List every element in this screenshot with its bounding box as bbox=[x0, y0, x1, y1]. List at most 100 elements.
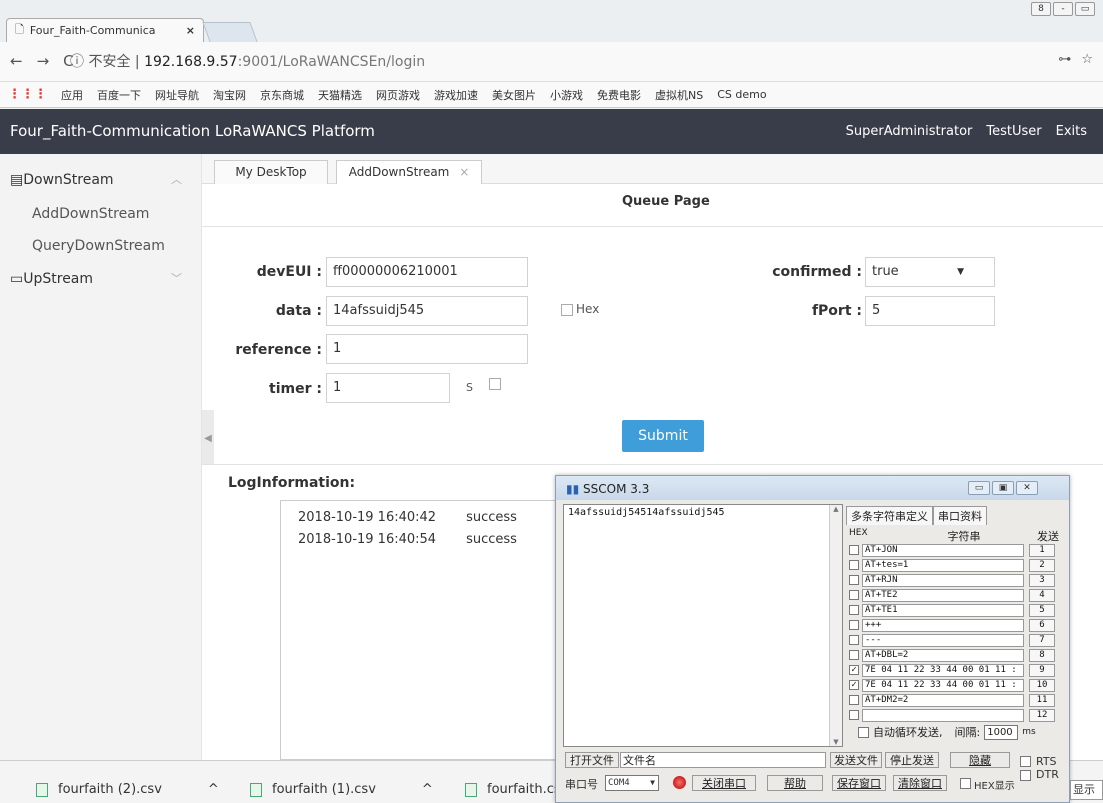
stop-send-button[interactable]: 停止发送 bbox=[885, 752, 939, 768]
send-number-button[interactable]: 3 bbox=[1029, 574, 1055, 587]
hex-checkbox[interactable]: ✓ bbox=[849, 665, 859, 675]
auto-send-checkbox[interactable] bbox=[858, 726, 869, 738]
send-file-button[interactable]: 发送文件 bbox=[830, 752, 882, 768]
string-field[interactable]: AT+JON bbox=[862, 544, 1024, 557]
send-number-button[interactable]: 10 bbox=[1029, 679, 1055, 692]
sidebar-collapse-handle[interactable]: ◀ bbox=[202, 410, 214, 468]
bookmark-item[interactable]: 免费电影 bbox=[597, 87, 641, 103]
submit-button[interactable]: Submit bbox=[622, 420, 704, 452]
tab-close-icon[interactable]: × bbox=[459, 165, 469, 179]
send-number-button[interactable]: 11 bbox=[1029, 694, 1055, 707]
interval-input[interactable]: 1000 bbox=[984, 724, 1019, 740]
hex-checkbox[interactable]: ✓ bbox=[849, 680, 859, 690]
open-file-button[interactable]: 打开文件 bbox=[565, 752, 619, 768]
tab-multi-string[interactable]: 多条字符串定义 bbox=[846, 506, 933, 525]
user-link[interactable]: TestUser bbox=[986, 124, 1041, 139]
hex-checkbox[interactable] bbox=[849, 605, 859, 615]
port-select[interactable]: COM4 ▼ bbox=[605, 775, 659, 791]
apps-icon[interactable]: ⋮⋮⋮ bbox=[8, 87, 47, 102]
hex-checkbox[interactable] bbox=[849, 620, 859, 630]
browser-tab[interactable]: 🗋 Four_Faith-Communica × bbox=[6, 18, 204, 42]
download-item[interactable]: fourfaith (2).csv ^ bbox=[36, 782, 219, 797]
string-field[interactable]: 7E 04 11 22 33 44 00 01 11 : bbox=[862, 679, 1024, 692]
star-icon[interactable]: ☆ bbox=[1081, 52, 1093, 67]
scroll-down-icon[interactable]: ▼ bbox=[830, 738, 842, 746]
string-field[interactable]: AT+RJN bbox=[862, 574, 1024, 587]
deveui-input[interactable]: ff00000006210001 bbox=[326, 257, 528, 287]
tab-serial-info[interactable]: 串口资料 bbox=[933, 506, 987, 525]
send-number-button[interactable]: 8 bbox=[1029, 649, 1055, 662]
reference-input[interactable]: 1 bbox=[326, 334, 528, 364]
bookmark-item[interactable]: 百度一下 bbox=[97, 87, 141, 103]
bookmark-item[interactable]: 应用 bbox=[61, 87, 83, 103]
file-name-field[interactable]: 文件名 bbox=[620, 752, 826, 768]
hide-button[interactable]: 隐藏 bbox=[950, 752, 1010, 768]
tab-my-desktop[interactable]: My DeskTop bbox=[214, 160, 328, 184]
hex-checkbox[interactable] bbox=[849, 650, 859, 660]
string-field[interactable]: AT+TE2 bbox=[862, 589, 1024, 602]
bookmark-item[interactable]: 淘宝网 bbox=[213, 87, 246, 103]
receive-area[interactable]: 14afssuidj54514afssuidj545 bbox=[563, 504, 843, 747]
string-field[interactable] bbox=[862, 709, 1024, 722]
url-field[interactable]: ⓘ 不安全 | 192.168.9.57:9001/LoRaWANCSEn/lo… bbox=[70, 51, 425, 71]
dtr-checkbox[interactable] bbox=[1020, 770, 1031, 781]
tab-adddownstream[interactable]: AddDownStream × bbox=[336, 160, 482, 184]
hex-checkbox[interactable] bbox=[561, 304, 573, 316]
hex-display-checkbox[interactable] bbox=[960, 778, 971, 789]
bookmark-item[interactable]: 网页游戏 bbox=[376, 87, 420, 103]
tab-close-icon[interactable]: × bbox=[186, 24, 195, 37]
send-number-button[interactable]: 6 bbox=[1029, 619, 1055, 632]
bookmark-item[interactable]: 网址导航 bbox=[155, 87, 199, 103]
sidebar-item-downstream[interactable]: ▤DownStream ︿ bbox=[0, 162, 202, 198]
rts-checkbox[interactable] bbox=[1020, 756, 1031, 767]
maximize-icon[interactable]: ▭ bbox=[1075, 2, 1095, 16]
bookmark-item[interactable]: 小游戏 bbox=[550, 87, 583, 103]
string-field[interactable]: AT+DBL=2 bbox=[862, 649, 1024, 662]
hex-checkbox[interactable] bbox=[849, 560, 859, 570]
key-icon[interactable]: ⊶ bbox=[1058, 52, 1071, 67]
sidebar-item-querydownstream[interactable]: QueryDownStream bbox=[0, 228, 202, 264]
hex-checkbox[interactable] bbox=[849, 575, 859, 585]
confirmed-select[interactable]: true ▼ bbox=[865, 257, 995, 287]
minimize-icon[interactable]: ▭ bbox=[968, 481, 990, 495]
timer-checkbox[interactable] bbox=[489, 378, 501, 390]
string-field[interactable]: AT+TE1 bbox=[862, 604, 1024, 617]
chevron-up-icon[interactable]: ^ bbox=[422, 782, 433, 797]
hex-checkbox[interactable] bbox=[849, 710, 859, 720]
bookmark-item[interactable]: CS demo bbox=[717, 88, 766, 101]
user-icon[interactable]: 8 bbox=[1031, 2, 1051, 16]
save-window-button[interactable]: 保存窗口 bbox=[832, 775, 886, 791]
send-number-button[interactable]: 4 bbox=[1029, 589, 1055, 602]
hex-checkbox[interactable] bbox=[849, 545, 859, 555]
exit-link[interactable]: Exits bbox=[1056, 124, 1087, 139]
minimize-icon[interactable]: - bbox=[1053, 2, 1073, 16]
string-field[interactable]: AT+DM2=2 bbox=[862, 694, 1024, 707]
bookmark-item[interactable]: 虚拟机NS bbox=[655, 87, 703, 103]
bookmark-item[interactable]: 京东商城 bbox=[260, 87, 304, 103]
fport-input[interactable]: 5 bbox=[865, 296, 995, 326]
forward-icon[interactable]: → bbox=[37, 52, 50, 70]
hex-checkbox[interactable] bbox=[849, 695, 859, 705]
string-field[interactable]: AT+tes=1 bbox=[862, 559, 1024, 572]
hex-checkbox[interactable] bbox=[849, 635, 859, 645]
chevron-up-icon[interactable]: ^ bbox=[208, 782, 219, 797]
bookmark-item[interactable]: 天猫精选 bbox=[318, 87, 362, 103]
help-button[interactable]: 帮助 bbox=[767, 775, 823, 791]
close-icon[interactable]: ✕ bbox=[1016, 481, 1038, 495]
sidebar-item-adddownstream[interactable]: AddDownStream bbox=[0, 196, 202, 232]
string-field[interactable]: +++ bbox=[862, 619, 1024, 632]
data-input[interactable]: 14afssuidj545 bbox=[326, 296, 528, 326]
sidebar-item-upstream[interactable]: ▭UpStream ﹀ bbox=[0, 261, 202, 297]
scrollbar[interactable]: ▲ ▼ bbox=[829, 505, 842, 746]
scroll-up-icon[interactable]: ▲ bbox=[830, 505, 842, 513]
download-item[interactable]: fourfaith.cs bbox=[465, 782, 561, 797]
string-field[interactable]: 7E 04 11 22 33 44 00 01 11 : bbox=[862, 664, 1024, 677]
close-port-button[interactable]: 关闭串口 bbox=[692, 775, 756, 791]
role-link[interactable]: SuperAdministrator bbox=[846, 124, 973, 139]
string-field[interactable]: --- bbox=[862, 634, 1024, 647]
send-number-button[interactable]: 1 bbox=[1029, 544, 1055, 557]
back-icon[interactable]: ← bbox=[10, 52, 23, 70]
new-tab-button[interactable] bbox=[202, 22, 258, 42]
bookmark-item[interactable]: 游戏加速 bbox=[434, 87, 478, 103]
send-number-button[interactable]: 7 bbox=[1029, 634, 1055, 647]
